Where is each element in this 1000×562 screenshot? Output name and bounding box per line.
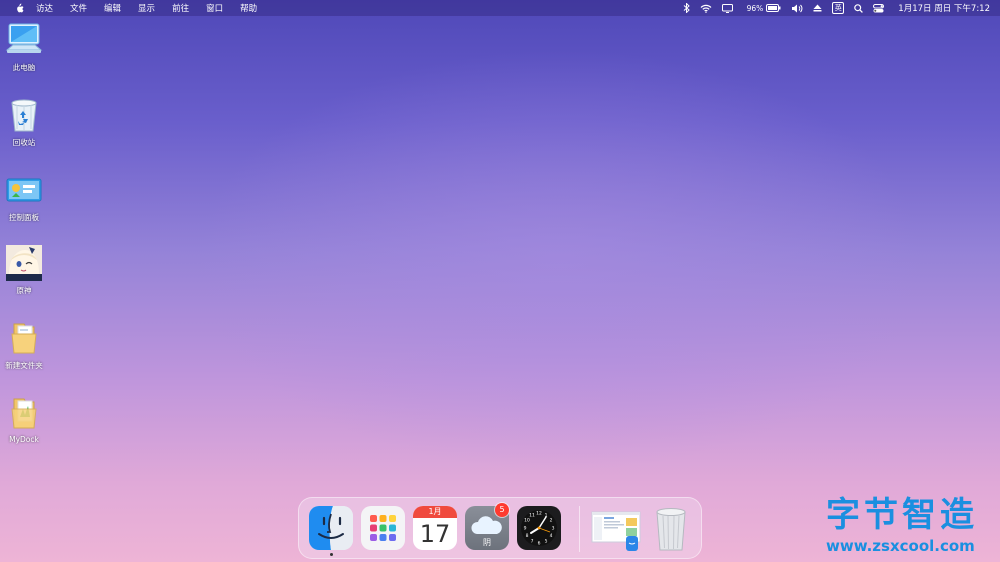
menu-go[interactable]: 前往 (172, 2, 189, 14)
desktop-icon-label: 回收站 (12, 138, 36, 147)
desktop-icon-this-pc[interactable]: 此电脑 (0, 20, 48, 73)
desktop: 访达 文件 编辑 显示 前往 窗口 帮助 96% 英 1月17日 周日 下午7:… (0, 0, 1000, 562)
dock-app-trash[interactable] (649, 506, 693, 551)
dock-app-finder[interactable] (309, 506, 353, 550)
mydock-folder-icon (4, 393, 44, 433)
control-center-icon[interactable] (873, 3, 885, 13)
dock-minimized-window[interactable] (591, 506, 641, 551)
battery-icon[interactable] (766, 4, 781, 12)
svg-text:12: 12 (536, 511, 542, 517)
svg-text:11: 11 (529, 513, 535, 519)
desktop-icon-label: 新建文件夹 (5, 361, 43, 370)
folder-icon (4, 318, 44, 358)
menu-finder[interactable]: 访达 (36, 2, 53, 14)
launchpad-icon (361, 506, 405, 550)
menu-file[interactable]: 文件 (70, 2, 87, 14)
calendar-month: 1月 (413, 506, 457, 518)
computer-icon (4, 20, 44, 60)
svg-text:8: 8 (526, 533, 529, 539)
watermark-title: 字节智造 (826, 495, 978, 535)
window-thumbnail-icon (591, 511, 641, 551)
svg-text:5: 5 (545, 539, 548, 545)
desktop-icon-recycle-bin[interactable]: 回收站 (0, 95, 48, 148)
spotlight-search-icon[interactable] (854, 3, 864, 13)
menu-edit[interactable]: 编辑 (104, 2, 121, 14)
eject-icon[interactable] (813, 4, 822, 12)
bluetooth-icon[interactable] (683, 3, 690, 13)
desktop-icon-label: 控制面板 (9, 213, 39, 222)
menu-clock[interactable]: 1月17日 周日 下午7:12 (898, 2, 990, 14)
desktop-icon-control-panel[interactable]: 控制面板 (0, 170, 48, 223)
control-panel-icon (4, 170, 44, 210)
menu-help[interactable]: 帮助 (240, 2, 257, 14)
genshin-app-icon (4, 243, 44, 283)
desktop-icon-label: 原神 (16, 286, 32, 295)
wifi-icon[interactable] (700, 4, 712, 13)
desktop-icon-new-folder[interactable]: 新建文件夹 (0, 318, 48, 371)
svg-text:4: 4 (550, 533, 553, 539)
svg-text:9: 9 (524, 526, 527, 532)
dock: 1月 17 阴 5 12 1 2 345 678 9 10 11 (298, 497, 702, 559)
desktop-icon-mydock[interactable]: MyDock (0, 393, 48, 444)
recycle-bin-icon (4, 95, 44, 135)
desktop-icon-label: MyDock (9, 435, 39, 444)
desktop-icon-genshin[interactable]: 原神 (0, 243, 48, 296)
volume-icon[interactable] (791, 4, 803, 13)
running-indicator (330, 553, 333, 556)
watermark: 字节智造 www.zsxcool.com (822, 495, 998, 559)
dock-separator (579, 506, 580, 552)
calendar-day: 17 (419, 520, 451, 548)
desktop-icon-label: 此电脑 (12, 63, 36, 72)
display-icon[interactable] (721, 3, 733, 13)
finder-icon (309, 506, 353, 550)
input-method-icon[interactable]: 英 (832, 2, 845, 14)
menu-view[interactable]: 显示 (138, 2, 155, 14)
svg-text:2: 2 (550, 518, 553, 524)
clock-app-icon: 12 12 345 678 91011 (517, 506, 561, 550)
apple-logo-icon[interactable] (13, 2, 25, 14)
svg-text:3: 3 (552, 526, 555, 532)
battery-percent: 96% (746, 3, 764, 13)
watermark-url: www.zsxcool.com (826, 537, 975, 555)
status-area: 96% 英 1月17日 周日 下午7:12 (673, 0, 990, 16)
notification-badge: 5 (495, 503, 509, 517)
dock-app-launchpad[interactable] (361, 506, 405, 550)
calendar-icon: 1月 17 (413, 506, 457, 550)
weather-condition: 阴 (483, 538, 491, 547)
dock-app-calendar[interactable]: 1月 17 (413, 506, 457, 550)
menu-window[interactable]: 窗口 (206, 2, 223, 14)
dock-app-clock[interactable]: 12 1 2 345 678 9 10 11 (517, 506, 561, 550)
svg-text:7: 7 (531, 539, 534, 545)
menu-bar: 访达 文件 编辑 显示 前往 窗口 帮助 96% 英 1月17日 周日 下午7:… (0, 0, 1000, 16)
svg-text:6: 6 (538, 541, 541, 547)
trash-icon (656, 508, 686, 551)
